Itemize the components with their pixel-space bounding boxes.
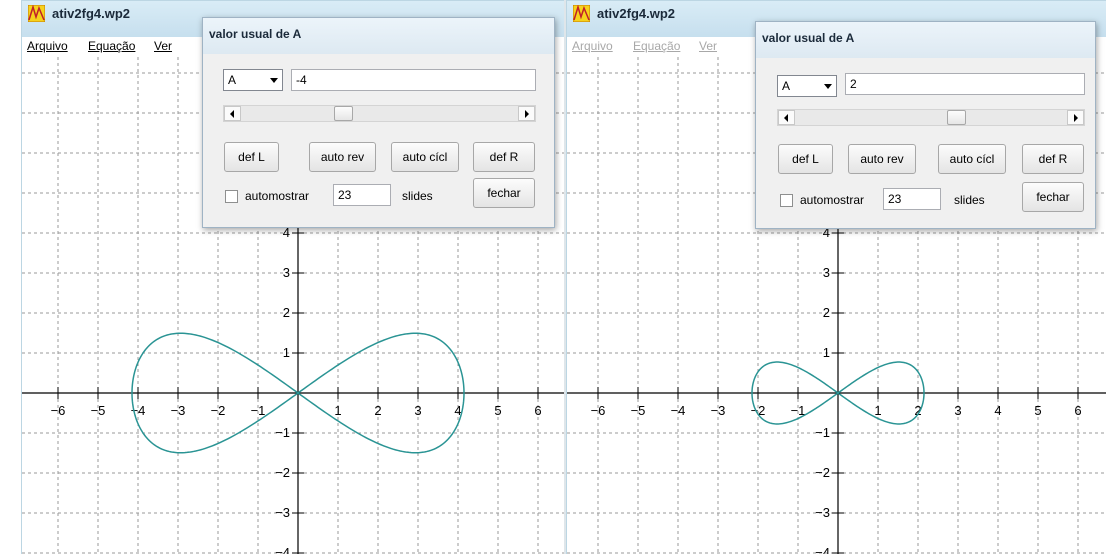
dialog-title: valor usual de A bbox=[209, 27, 302, 41]
parameter-value-input[interactable]: 2 bbox=[845, 73, 1085, 95]
menu-ver[interactable]: Ver bbox=[154, 39, 172, 53]
slides-label: slides bbox=[402, 189, 433, 203]
x-tick-label: 5 bbox=[494, 403, 501, 418]
def-l-button[interactable]: def L bbox=[224, 142, 279, 172]
x-tick-label: 3 bbox=[414, 403, 421, 418]
scroll-right-icon[interactable] bbox=[518, 106, 535, 121]
auto-rev-button[interactable]: auto rev bbox=[309, 142, 376, 172]
y-tick-label: 1 bbox=[823, 345, 830, 360]
auto-cicl-button[interactable]: auto cícl bbox=[391, 142, 459, 172]
y-tick-label: −3 bbox=[815, 505, 830, 520]
x-tick-label: 1 bbox=[334, 403, 341, 418]
slider-thumb[interactable] bbox=[946, 110, 966, 125]
variable-select[interactable]: A bbox=[223, 69, 283, 91]
app-icon bbox=[28, 5, 45, 22]
x-tick-label: 5 bbox=[1034, 403, 1041, 418]
automostrar-label: automostrar bbox=[800, 193, 865, 207]
close-button[interactable]: fechar bbox=[473, 178, 535, 208]
x-tick-label: 6 bbox=[534, 403, 541, 418]
x-tick-label: −1 bbox=[251, 403, 266, 418]
y-tick-label: −1 bbox=[275, 425, 290, 440]
x-tick-label: −2 bbox=[751, 403, 766, 418]
y-tick-label: 3 bbox=[823, 265, 830, 280]
y-tick-label: −2 bbox=[815, 465, 830, 480]
right-parameter-dialog: valor usual de A A 2 def L auto rev auto… bbox=[755, 21, 1096, 229]
variable-select-value: A bbox=[228, 73, 237, 87]
menu-equacao[interactable]: Equação bbox=[88, 39, 135, 53]
dialog-titlebar[interactable]: valor usual de A bbox=[203, 18, 554, 54]
window-title: ativ2fg4.wp2 bbox=[597, 6, 676, 21]
y-tick-label: −1 bbox=[815, 425, 830, 440]
y-tick-label: −4 bbox=[815, 545, 830, 554]
variable-select-value: A bbox=[782, 79, 791, 93]
x-tick-label: 4 bbox=[994, 403, 1001, 418]
y-tick-label: −2 bbox=[275, 465, 290, 480]
def-l-button[interactable]: def L bbox=[778, 144, 833, 174]
y-tick-label: 3 bbox=[283, 265, 290, 280]
slides-count-value: 23 bbox=[888, 192, 902, 206]
x-tick-label: −2 bbox=[211, 403, 226, 418]
parameter-value-text: -4 bbox=[296, 73, 307, 87]
y-tick-label: 2 bbox=[283, 305, 290, 320]
x-tick-label: −4 bbox=[671, 403, 686, 418]
dialog-title: valor usual de A bbox=[762, 31, 855, 45]
app-icon bbox=[573, 5, 590, 22]
y-tick-label: 2 bbox=[823, 305, 830, 320]
x-tick-label: 6 bbox=[1074, 403, 1081, 418]
menu-ver[interactable]: Ver bbox=[699, 39, 717, 53]
parameter-slider[interactable] bbox=[777, 109, 1085, 126]
slides-count-input[interactable]: 23 bbox=[333, 184, 391, 206]
slides-count-value: 23 bbox=[338, 188, 352, 202]
x-tick-label: −6 bbox=[51, 403, 66, 418]
x-tick-label: −5 bbox=[631, 403, 646, 418]
slides-label: slides bbox=[954, 193, 985, 207]
y-tick-label: −4 bbox=[275, 545, 290, 554]
dialog-titlebar[interactable]: valor usual de A bbox=[756, 22, 1095, 58]
menu-arquivo[interactable]: Arquivo bbox=[572, 39, 613, 53]
y-tick-label: 1 bbox=[283, 345, 290, 360]
automostrar-checkbox[interactable] bbox=[225, 190, 238, 203]
def-r-button[interactable]: def R bbox=[1022, 144, 1084, 174]
close-button[interactable]: fechar bbox=[1022, 182, 1084, 212]
x-tick-label: 2 bbox=[374, 403, 381, 418]
parameter-slider[interactable] bbox=[223, 105, 536, 122]
menu-arquivo[interactable]: Arquivo bbox=[27, 39, 68, 53]
chevron-down-icon bbox=[270, 78, 278, 83]
menu-equacao[interactable]: Equação bbox=[633, 39, 680, 53]
automostrar-label: automostrar bbox=[245, 189, 310, 203]
x-tick-label: −6 bbox=[591, 403, 606, 418]
scroll-right-icon[interactable] bbox=[1067, 110, 1084, 125]
x-tick-label: −3 bbox=[171, 403, 186, 418]
auto-rev-button[interactable]: auto rev bbox=[848, 144, 916, 174]
slides-count-input[interactable]: 23 bbox=[883, 188, 941, 210]
parameter-value-input[interactable]: -4 bbox=[291, 69, 536, 91]
parameter-value-text: 2 bbox=[850, 77, 857, 91]
x-tick-label: 3 bbox=[954, 403, 961, 418]
x-tick-label: 1 bbox=[874, 403, 881, 418]
x-tick-label: −5 bbox=[91, 403, 106, 418]
x-tick-label: −3 bbox=[711, 403, 726, 418]
left-parameter-dialog: valor usual de A A -4 def L auto rev aut… bbox=[202, 17, 555, 228]
slider-thumb[interactable] bbox=[333, 106, 353, 121]
window-title: ativ2fg4.wp2 bbox=[52, 6, 131, 21]
auto-cicl-button[interactable]: auto cícl bbox=[938, 144, 1006, 174]
def-r-button[interactable]: def R bbox=[473, 142, 535, 172]
scroll-left-icon[interactable] bbox=[778, 110, 795, 125]
scroll-left-icon[interactable] bbox=[224, 106, 241, 121]
variable-select[interactable]: A bbox=[777, 75, 837, 97]
automostrar-checkbox[interactable] bbox=[780, 194, 793, 207]
y-tick-label: −3 bbox=[275, 505, 290, 520]
chevron-down-icon bbox=[824, 84, 832, 89]
